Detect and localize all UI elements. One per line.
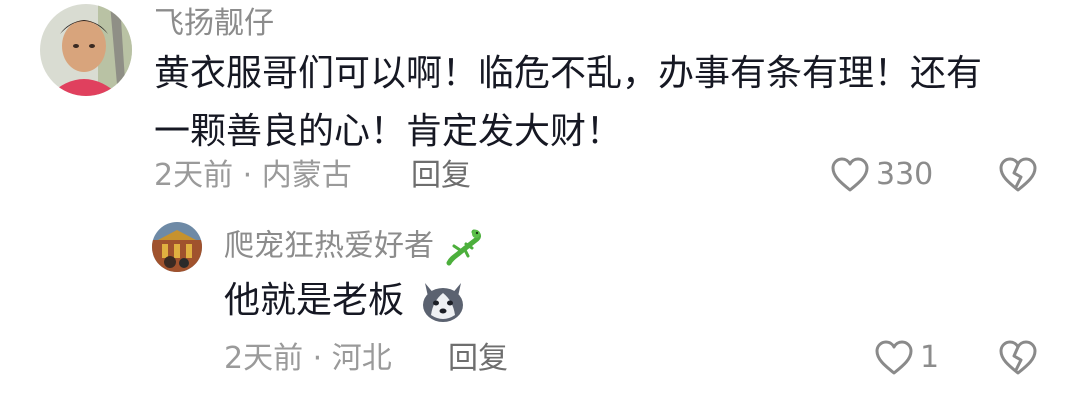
comment-text-line: 黄衣服哥们可以啊！临危不乱，办事有条有理！还有 [154, 53, 983, 94]
heart-outline-icon [875, 340, 913, 375]
user-photo [40, 4, 132, 96]
dislike-button[interactable] [998, 156, 1038, 198]
reply-meta: 2天前 · 河北 [224, 341, 392, 377]
user-photo [152, 222, 202, 272]
avatar[interactable] [40, 4, 132, 96]
comment-text: 黄衣服哥们可以啊！临危不乱，办事有条有理！还有 一颗善良的心！肯定发大财！ [154, 45, 1054, 161]
like-button[interactable]: 330 [830, 156, 933, 194]
reply-button[interactable]: 回复 [411, 158, 471, 194]
comment-location: 内蒙古 [261, 158, 352, 193]
comment-thread: 飞扬靓仔 黄衣服哥们可以啊！临危不乱，办事有条有理！还有 一颗善良的心！肯定发大… [0, 0, 1080, 401]
like-button[interactable]: 1 [874, 339, 939, 377]
dislike-button[interactable] [998, 339, 1038, 381]
like-count: 1 [920, 340, 940, 375]
husky-dog-emoji [423, 283, 464, 322]
comment-username[interactable]: 飞扬靓仔 [154, 6, 274, 42]
lizard-emoji [446, 229, 481, 266]
reply-avatar[interactable] [152, 222, 202, 272]
reply-username[interactable]: 爬宠狂热爱好者 [224, 228, 484, 266]
meta-separator: · [242, 158, 253, 193]
comment-text-line: 一颗善良的心！肯定发大财！ [154, 111, 623, 152]
heart-outline-icon [831, 157, 869, 192]
reply-text-content: 他就是老板 [224, 280, 405, 321]
reply-button[interactable]: 回复 [448, 341, 508, 377]
broken-heart-icon [999, 157, 1037, 192]
comment-meta: 2天前 · 内蒙古 [154, 158, 352, 194]
reply-time: 2天前 [224, 341, 304, 376]
reply-text: 他就是老板 [224, 272, 467, 330]
reply-username-text: 爬宠狂热爱好者 [224, 228, 434, 264]
like-count: 330 [876, 157, 934, 192]
comment-time: 2天前 [154, 158, 234, 193]
reply-location: 河北 [331, 341, 392, 376]
meta-separator: · [312, 341, 323, 376]
broken-heart-icon [999, 340, 1037, 375]
